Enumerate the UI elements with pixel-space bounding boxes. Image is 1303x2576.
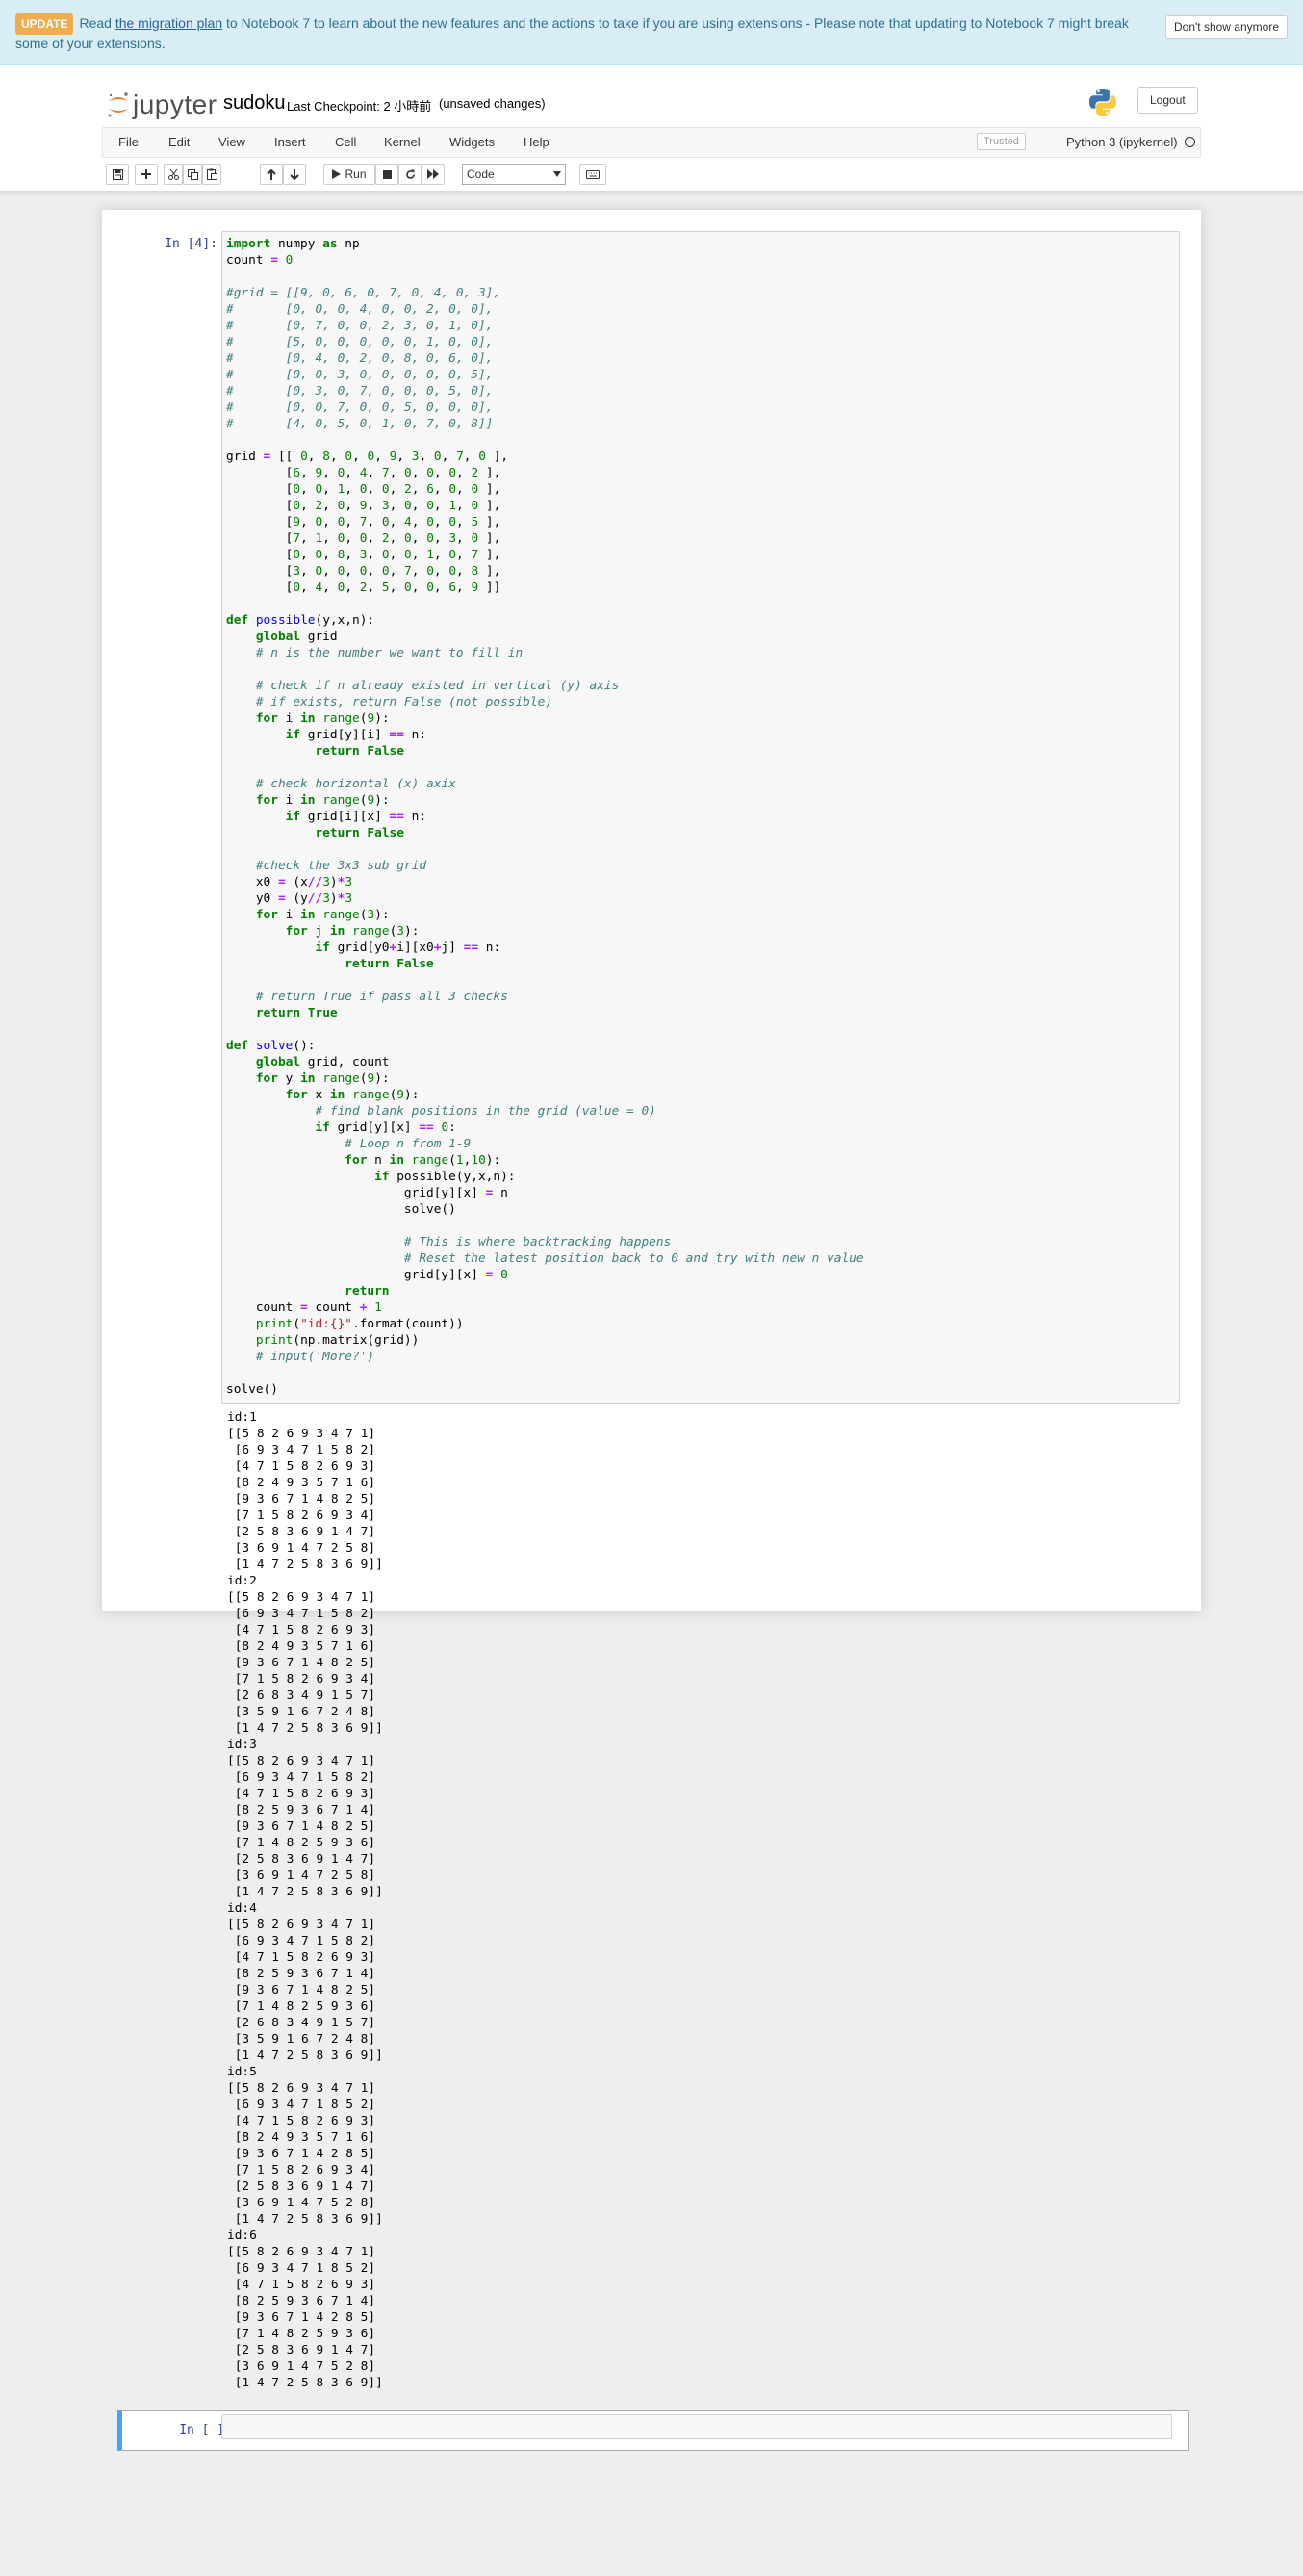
move-down-button[interactable] (283, 164, 306, 185)
menu-edit[interactable]: Edit (168, 135, 190, 149)
banner-text-pre: Read (79, 15, 112, 31)
empty-input-prompt: In [ ]: (179, 2423, 232, 2437)
cut-icon (167, 168, 179, 180)
stop-icon (382, 169, 392, 179)
jupyter-logo-text: jupyter (133, 90, 217, 119)
fast-forward-icon (427, 169, 439, 179)
plus-icon (141, 169, 151, 179)
cell-type-value: Code (467, 167, 495, 181)
play-icon (332, 169, 342, 179)
banner-text: UPDATE Read the migration plan to Noteboo… (15, 13, 1151, 52)
paste-button[interactable] (202, 164, 221, 185)
menu-kernel[interactable]: Kernel (384, 135, 421, 149)
update-badge: UPDATE (15, 13, 74, 35)
arrow-down-icon (290, 168, 299, 180)
migration-plan-link[interactable]: the migration plan (115, 15, 222, 31)
copy-icon (187, 168, 198, 180)
last-checkpoint: Last Checkpoint: 2 小時前 (287, 99, 432, 114)
restart-button[interactable] (398, 164, 422, 185)
toolbar: Run Code (102, 162, 1201, 191)
paste-icon (206, 168, 217, 180)
notebook-container: In [4]: import numpy as np count = 0 #gr… (102, 210, 1201, 2390)
header-shadow (0, 191, 1303, 196)
notebook-name[interactable]: sudoku (223, 92, 286, 115)
arrow-up-icon (267, 168, 276, 180)
run-button[interactable]: Run (323, 164, 375, 185)
notebook-header: jupyter sudoku Last Checkpoint: 2 小時前 (u… (0, 65, 1303, 193)
restart-icon (405, 169, 415, 179)
keyboard-icon (586, 169, 600, 179)
python-logo-icon (1087, 87, 1118, 117)
menu-file[interactable]: File (118, 135, 139, 149)
menu-help[interactable]: Help (524, 135, 549, 149)
kernel-name[interactable]: Python 3 (ipykernel) (1060, 135, 1178, 149)
menu-widgets[interactable]: Widgets (449, 135, 495, 149)
cell-type-select[interactable]: Code (462, 164, 566, 185)
trusted-indicator[interactable]: Trusted (977, 133, 1026, 150)
chevron-down-icon (553, 171, 561, 177)
insert-cell-button[interactable] (135, 164, 158, 185)
menu-insert[interactable]: Insert (274, 135, 306, 149)
code-source[interactable]: import numpy as np count = 0 #grid = [[9… (226, 236, 864, 1398)
restart-run-all-button[interactable] (422, 164, 445, 185)
menubar: File Edit View Insert Cell Kernel Widget… (102, 127, 1201, 158)
logout-button[interactable]: Logout (1137, 87, 1198, 114)
cell-output: id:1 [[5 8 2 6 9 3 4 7 1] [6 9 3 4 7 1 5… (227, 1410, 383, 2390)
run-label: Run (345, 167, 367, 181)
move-up-button[interactable] (260, 164, 283, 185)
menu-view[interactable]: View (218, 135, 245, 149)
input-prompt: In [4]: (165, 237, 217, 251)
copy-button[interactable] (183, 164, 202, 185)
update-banner: UPDATE Read the migration plan to Noteboo… (0, 0, 1303, 65)
autosave-status: (unsaved changes) (439, 96, 546, 111)
cut-button[interactable] (164, 164, 183, 185)
interrupt-button[interactable] (375, 164, 398, 185)
kernel-status-icon (1185, 137, 1195, 147)
jupyter-logo-icon (108, 92, 128, 117)
command-palette-button[interactable] (579, 164, 606, 185)
empty-cell-input[interactable] (221, 2414, 1172, 2439)
menu-cell[interactable]: Cell (335, 135, 356, 149)
code-cell-input[interactable]: import numpy as np count = 0 #grid = [[9… (221, 231, 1180, 1404)
jupyter-logo[interactable]: jupyter (106, 89, 217, 121)
dont-show-anymore-button[interactable]: Don't show anymore (1164, 15, 1288, 39)
save-button[interactable] (106, 164, 129, 185)
save-icon (112, 168, 123, 180)
